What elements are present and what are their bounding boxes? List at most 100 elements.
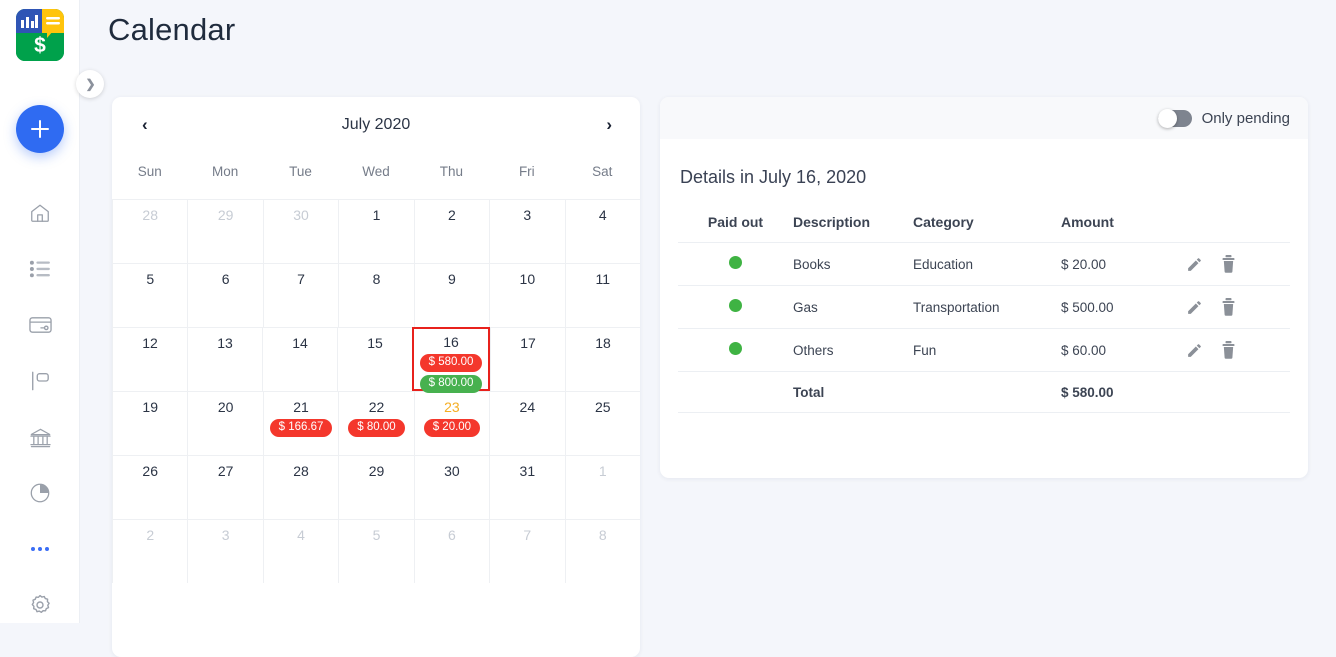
sidebar-item-transactions[interactable] — [16, 249, 64, 289]
list-icon — [29, 260, 50, 278]
calendar-day-cell[interactable]: 2 — [112, 519, 188, 583]
sidebar-item-goals[interactable] — [16, 361, 64, 401]
trash-icon[interactable] — [1221, 255, 1236, 273]
calendar-day-cell[interactable]: 7 — [262, 263, 339, 327]
calendar-day-number: 8 — [598, 527, 607, 543]
weekday-sat: Sat — [592, 164, 613, 179]
calendar-day-cell[interactable]: 3 — [187, 519, 263, 583]
calendar-next-month-button[interactable]: › — [606, 116, 612, 134]
actions-cell — [1186, 242, 1290, 286]
trash-icon[interactable] — [1221, 298, 1236, 316]
total-divider-spacer — [1186, 412, 1290, 413]
calendar-day-cell[interactable]: 13 — [187, 327, 262, 391]
calendar-day-cell[interactable]: 4 — [564, 199, 640, 263]
calendar-day-cell[interactable]: 17 — [490, 327, 565, 391]
calendar-amount-badge-expense[interactable]: $ 166.67 — [269, 419, 333, 437]
calendar-day-cell[interactable]: 16 $ 580.00 $ 800.00 — [412, 327, 490, 393]
toggle-knob — [1157, 108, 1177, 128]
calendar-day-cell[interactable]: 8 — [564, 519, 640, 583]
calendar-day-cell[interactable]: 11 — [564, 263, 640, 327]
only-pending-label: Only pending — [1201, 109, 1290, 127]
calendar-day-cell[interactable]: 30 — [413, 455, 490, 519]
calendar-day-cell[interactable]: 15 — [337, 327, 412, 391]
calendar-day-number: 21 — [293, 399, 309, 415]
calendar-amount-badge-expense[interactable]: $ 80.00 — [348, 419, 405, 437]
calendar-day-cell[interactable]: 8 — [338, 263, 414, 327]
calendar-day-number: 3 — [221, 527, 230, 543]
calendar-day-cell[interactable]: 25 — [564, 391, 640, 455]
add-button[interactable] — [16, 105, 64, 153]
weekday-wed: Wed — [362, 164, 390, 179]
paid-out-cell — [678, 285, 793, 329]
calendar-week-row: 26 27 28 29 30 31 1 — [112, 455, 640, 519]
calendar-day-cell[interactable]: 27 — [187, 455, 263, 519]
calendar-day-number: 27 — [217, 463, 234, 479]
calendar-day-cell[interactable]: 6 — [413, 519, 490, 583]
details-table-body: Books Education $ 20.00 Gas Transportation $ … — [678, 242, 1290, 413]
calendar-day-cell[interactable]: 2 — [413, 199, 490, 263]
column-header-actions — [1186, 214, 1290, 243]
calendar-day-cell[interactable]: 20 — [187, 391, 263, 455]
sidebar-item-accounts[interactable] — [16, 417, 64, 457]
calendar-day-cell[interactable]: 29 — [338, 455, 414, 519]
column-header-paid-out: Paid out — [707, 214, 764, 230]
trash-icon[interactable] — [1221, 341, 1236, 359]
total-divider-row — [678, 412, 1290, 413]
calendar-day-cell[interactable]: 28 — [262, 455, 339, 519]
pencil-icon[interactable] — [1186, 299, 1203, 316]
calendar-amount-badge-expense[interactable]: $ 580.00 — [419, 354, 483, 372]
total-divider — [678, 412, 1186, 413]
calendar-day-cell[interactable]: 29 — [187, 199, 263, 263]
calendar-day-cell[interactable]: 6 — [187, 263, 263, 327]
calendar-day-cell[interactable]: 18 — [565, 327, 640, 391]
calendar-day-cell[interactable]: 1 — [564, 455, 640, 519]
calendar-day-cell[interactable]: 21 $ 166.67 — [262, 391, 339, 455]
calendar-day-number: 16 — [443, 334, 459, 350]
calendar-day-number: 7 — [297, 271, 305, 287]
pencil-icon[interactable] — [1186, 342, 1203, 359]
calendar-day-cell[interactable]: 12 — [112, 327, 187, 391]
calendar-day-cell[interactable]: 4 — [262, 519, 339, 583]
calendar-day-cell[interactable]: 5 — [112, 263, 188, 327]
calendar-day-number: 29 — [217, 207, 234, 223]
calendar-day-cell[interactable]: 10 — [489, 263, 565, 327]
calendar-day-number: 15 — [367, 335, 383, 351]
calendar-day-cell[interactable]: 9 — [413, 263, 490, 327]
weekday-sun: Sun — [137, 164, 162, 179]
calendar-day-cell[interactable]: 7 — [489, 519, 565, 583]
calendar-day-cell[interactable]: 5 — [338, 519, 414, 583]
details-header-row: Paid out Description Category Amount — [678, 214, 1290, 243]
calendar-day-number: 3 — [523, 207, 532, 223]
bank-icon — [29, 428, 51, 447]
actions-cell — [1186, 328, 1290, 372]
sidebar-item-reports[interactable] — [16, 473, 64, 513]
calendar-day-number: 1 — [598, 463, 607, 479]
calendar-day-number: 13 — [217, 335, 233, 351]
sidebar-collapse-button[interactable]: ❯ — [76, 70, 104, 98]
calendar-day-cell[interactable]: 22 $ 80.00 — [338, 391, 414, 455]
calendar-day-cell[interactable]: 28 — [112, 199, 188, 263]
details-card: Only pending Details in July 16, 2020 Pa… — [660, 97, 1308, 478]
sidebar-item-more[interactable] — [16, 529, 64, 569]
only-pending-toggle[interactable] — [1157, 108, 1192, 128]
calendar-day-number: 26 — [142, 463, 158, 479]
calendar-amount-badge-income[interactable]: $ 800.00 — [419, 375, 483, 393]
calendar-day-cell[interactable]: 31 — [489, 455, 565, 519]
description-cell: Gas — [793, 285, 913, 329]
calendar-day-cell[interactable]: 19 — [112, 391, 188, 455]
sidebar-item-settings[interactable] — [16, 585, 64, 625]
calendar-day-number: 25 — [594, 399, 611, 415]
calendar-day-cell[interactable]: 24 — [489, 391, 565, 455]
calendar-day-cell[interactable]: 26 — [112, 455, 188, 519]
calendar-day-cell[interactable]: 3 — [489, 199, 565, 263]
calendar-day-cell[interactable]: 14 — [262, 327, 337, 391]
sidebar-item-cards[interactable] — [16, 305, 64, 345]
calendar-amount-badge-expense[interactable]: $ 20.00 — [423, 419, 481, 437]
pencil-icon[interactable] — [1186, 256, 1203, 273]
sidebar-item-home[interactable] — [16, 193, 64, 233]
calendar-day-number: 1 — [372, 207, 381, 223]
calendar-day-cell[interactable]: 1 — [338, 199, 414, 263]
calendar-day-cell[interactable]: 30 — [262, 199, 339, 263]
weekday-mon: Mon — [212, 164, 239, 179]
calendar-day-cell[interactable]: 23 $ 20.00 — [413, 391, 490, 455]
